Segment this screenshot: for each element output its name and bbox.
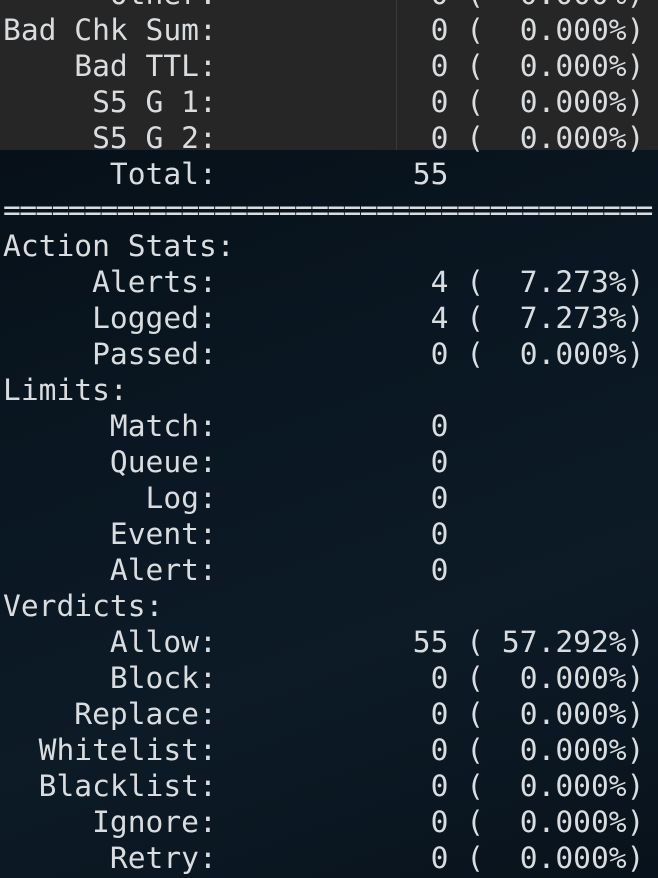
- stat-row: Logged: 4 ( 7.273%): [3, 300, 652, 336]
- stat-label: Block:: [3, 661, 217, 695]
- stat-label: Log:: [3, 481, 217, 515]
- stat-label: S5 G 2:: [3, 121, 217, 155]
- stat-count: 0: [216, 481, 449, 515]
- stat-count: 0: [216, 337, 449, 371]
- stat-percent: ( 0.000%): [448, 769, 645, 803]
- stat-count: 0: [216, 805, 449, 839]
- stat-count: 0: [216, 733, 449, 767]
- stat-row: Block: 0 ( 0.000%): [3, 660, 652, 696]
- stat-percent: ( 0.000%): [448, 661, 645, 695]
- stat-count: 0: [217, 0, 449, 11]
- stat-label: Allow:: [3, 625, 217, 659]
- stat-row: Alerts: 4 ( 7.273%): [3, 264, 652, 300]
- stat-row: Match: 0: [3, 408, 652, 444]
- stat-label: Ignore:: [3, 805, 217, 839]
- stat-count: 0: [216, 13, 449, 47]
- stat-percent: ( 0.000%): [448, 121, 645, 155]
- stat-percent: ( 57.292%): [448, 625, 645, 659]
- stat-percent: ( 7.273%): [448, 265, 645, 299]
- stat-label: Blacklist:: [3, 769, 217, 803]
- stat-label: Bad TTL:: [3, 49, 217, 83]
- stat-label: Event:: [3, 517, 217, 551]
- stat-percent: ( 0.000%): [448, 841, 645, 875]
- stat-count: 0: [216, 661, 449, 695]
- stat-label: Retry:: [3, 841, 217, 875]
- stat-percent: ( 0.000%): [448, 733, 645, 767]
- stat-row: Blacklist: 0 ( 0.000%): [3, 768, 652, 804]
- stat-count: 0: [216, 121, 449, 155]
- stat-label: Passed:: [3, 337, 217, 371]
- stat-percent: ( 0.000%): [448, 49, 645, 83]
- section-header: Limits:: [3, 373, 128, 407]
- stat-count: 0: [216, 445, 449, 479]
- stat-label: Replace:: [3, 697, 217, 731]
- stat-percent: ( 0.000%): [448, 805, 645, 839]
- stat-count: 0: [216, 85, 449, 119]
- stat-row: S5 G 1: 0 ( 0.000%): [3, 84, 652, 120]
- stat-count: 0: [216, 49, 449, 83]
- stat-row: Other: 0 ( 0.000%): [3, 0, 652, 12]
- stat-row: Bad TTL: 0 ( 0.000%): [3, 48, 652, 84]
- stat-percent: ( 0.000%): [448, 85, 645, 119]
- stat-label: S5 G 1:: [3, 85, 217, 119]
- stat-row: Queue: 0: [3, 444, 652, 480]
- stat-count: 55: [216, 157, 449, 191]
- stat-label: Logged:: [3, 301, 217, 335]
- stat-count: 0: [216, 553, 449, 587]
- stat-percent: ( 0.000%): [448, 13, 645, 47]
- stat-label: Bad Chk Sum:: [3, 13, 217, 47]
- stat-row: Ignore: 0 ( 0.000%): [3, 804, 652, 840]
- stat-row: Whitelist: 0 ( 0.000%): [3, 732, 652, 768]
- terminal-output: Other: 0 ( 0.000%)Bad Chk Sum: 0 ( 0.000…: [3, 0, 653, 876]
- stat-label: Whitelist:: [3, 733, 217, 767]
- stat-row: Replace: 0 ( 0.000%): [3, 696, 652, 732]
- stat-count: 0: [216, 769, 449, 803]
- section-header: Verdicts:: [3, 589, 164, 623]
- stat-count: 4: [216, 301, 449, 335]
- stat-label: Alerts:: [3, 265, 217, 299]
- stat-row: S5 G 2: 0 ( 0.000%): [3, 120, 652, 156]
- stat-label: Total:: [3, 157, 217, 191]
- stat-row: Retry: 0 ( 0.000%): [3, 840, 652, 876]
- stat-row: Total: 55: [3, 156, 652, 192]
- stat-row: Log: 0: [3, 480, 652, 516]
- stat-row: Event: 0: [3, 516, 652, 552]
- stat-label: Alert:: [3, 553, 217, 587]
- stat-percent: ( 0.000%): [448, 697, 645, 731]
- separator-line: ========================================: [3, 193, 653, 227]
- stat-count: 0: [216, 409, 449, 443]
- stat-percent: ( 0.000%): [448, 0, 644, 11]
- stat-row: Alert: 0: [3, 552, 652, 588]
- stat-count: 0: [216, 697, 449, 731]
- stat-percent: ( 7.273%): [448, 301, 645, 335]
- stat-label: Match:: [3, 409, 217, 443]
- stat-label: Queue:: [3, 445, 217, 479]
- stat-count: 55: [216, 625, 449, 659]
- stat-label: Other:: [3, 0, 217, 11]
- stat-row: Allow: 55 ( 57.292%): [3, 624, 652, 660]
- stat-row: Passed: 0 ( 0.000%): [3, 336, 652, 372]
- stat-count: 0: [216, 517, 449, 551]
- stat-row: Bad Chk Sum: 0 ( 0.000%): [3, 12, 652, 48]
- stat-percent: ( 0.000%): [448, 337, 645, 371]
- stat-count: 4: [216, 265, 449, 299]
- stat-count: 0: [216, 841, 449, 875]
- section-header: Action Stats:: [3, 229, 235, 263]
